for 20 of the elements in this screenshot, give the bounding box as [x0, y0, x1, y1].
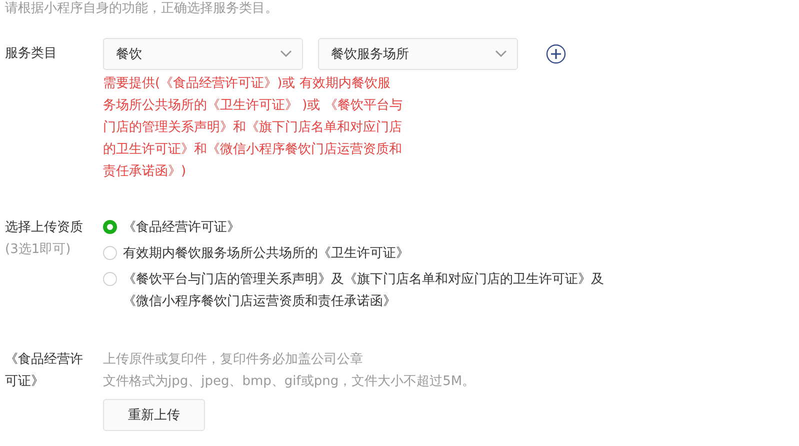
chevron-down-icon: [495, 50, 507, 58]
field-label: 《食品经营许可证》: [5, 351, 84, 391]
option-label[interactable]: 《餐饮平台与门店的管理关系声明》及《旗下门店名单和对应门店的卫生许可证》及《微信小程序餐饮门店运营资质和责任承诺函》: [123, 269, 628, 313]
dropdown[interactable]: 餐饮: [103, 38, 303, 70]
upload-note: 文件格式为jpg、jpeg、bmp、gif或png，文件大小不超过5M。: [103, 373, 476, 391]
radio-button[interactable]: [103, 220, 117, 234]
field-label: 服务类目: [5, 45, 58, 63]
upload-note: 上传原件或复印件，复印件务必加盖公司公章: [103, 351, 364, 369]
requirement-notice: 需要提供(《食品经营许可证》)或 有效期内餐饮服务场所公共场所的《卫生许可证》 )或 《餐饮平台与门店的管理关系声明》和《旗下门店名单和对应门店的卫生许可证》和《微信小程序餐饮门店运营资质和责任承诺函》): [103, 75, 403, 181]
radio-button[interactable]: [103, 246, 117, 260]
add-icon[interactable]: [546, 44, 566, 64]
radio-button[interactable]: [103, 272, 117, 286]
dropdown[interactable]: 餐饮服务场所: [318, 38, 518, 70]
field-hint: (3选1即可): [5, 241, 72, 259]
option-label[interactable]: 《食品经营许可证》: [123, 217, 240, 239]
field-label: 选择上传资质: [5, 219, 84, 237]
option-label[interactable]: 有效期内餐饮服务场所公共场所的《卫生许可证》: [123, 243, 409, 265]
intro-text: 请根据小程序自身的功能，正确选择服务类目。: [5, 0, 279, 18]
reupload-button[interactable]: 重新上传: [103, 399, 205, 431]
chevron-down-icon: [280, 50, 292, 58]
